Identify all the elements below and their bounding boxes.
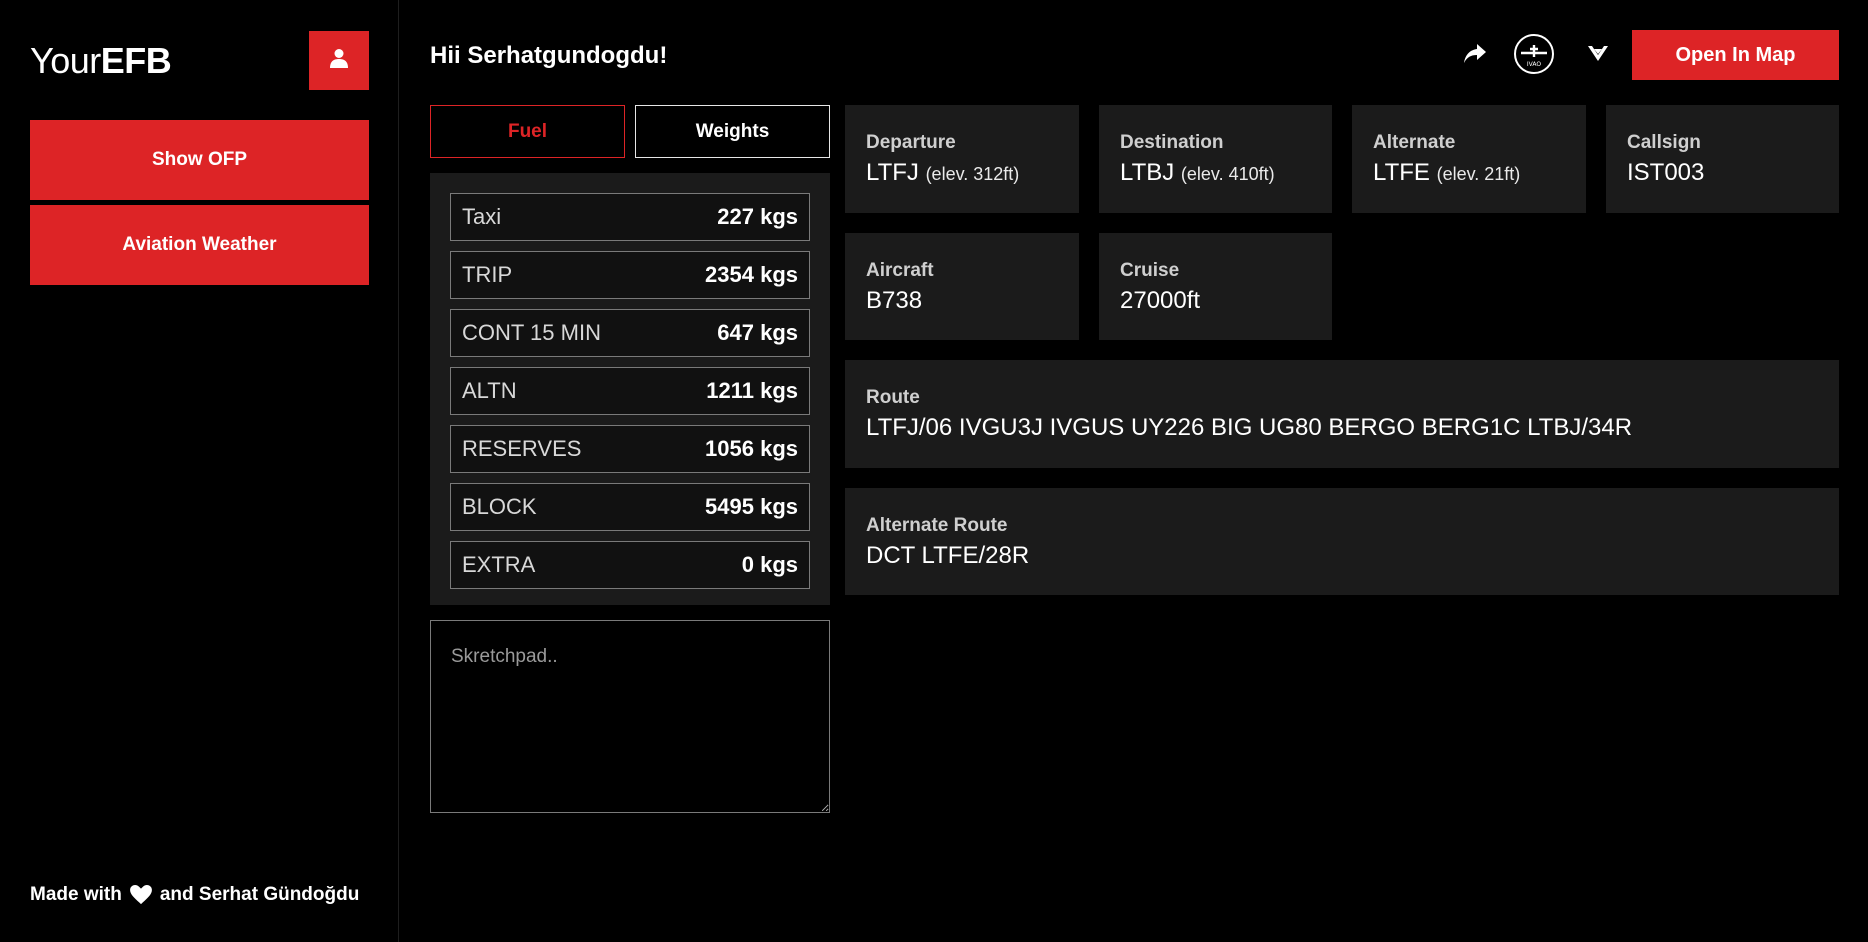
destination-card: Destination LTBJ (elev. 410ft) xyxy=(1099,105,1332,213)
fuel-row-taxi: Taxi 227 kgs xyxy=(450,193,810,241)
share-icon xyxy=(1464,43,1486,69)
route-value: LTFJ/06 IVGU3J IVGUS UY226 BIG UG80 BERG… xyxy=(866,414,1633,441)
route-card: Route LTFJ/06 IVGU3J IVGUS UY226 BIG UG8… xyxy=(845,360,1839,468)
open-in-map-button[interactable]: Open In Map xyxy=(1632,30,1839,80)
fuel-row-cont: CONT 15 MIN 647 kgs xyxy=(450,309,810,357)
sketchpad-textarea[interactable] xyxy=(430,620,830,813)
user-icon xyxy=(330,48,348,73)
ivao-logo-icon: IVAO xyxy=(1513,33,1555,80)
cruise-label: Cruise xyxy=(1120,260,1180,281)
fuel-label: CONT 15 MIN xyxy=(462,320,601,345)
greeting-title: Hii Serhatgundogdu! xyxy=(430,42,668,69)
ivao-button[interactable]: IVAO xyxy=(1512,33,1556,80)
vatsim-logo-icon xyxy=(1588,45,1608,67)
fuel-row-reserves: RESERVES 1056 kgs xyxy=(450,425,810,473)
fuel-value: 2354 kgs xyxy=(705,262,798,287)
fuel-label: EXTRA xyxy=(462,552,536,577)
cruise-card: Cruise 27000ft xyxy=(1099,233,1332,340)
departure-card: Departure LTFJ (elev. 312ft) xyxy=(845,105,1079,213)
fuel-value: 1211 kgs xyxy=(706,378,798,403)
fuel-label: Taxi xyxy=(462,204,502,229)
fuel-label: RESERVES xyxy=(462,436,582,461)
departure-label: Departure xyxy=(866,132,956,153)
aircraft-card: Aircraft B738 xyxy=(845,233,1079,340)
fuel-label: BLOCK xyxy=(462,494,537,519)
fuel-panel: Taxi 227 kgs TRIP 2354 kgs CONT 15 MIN 6… xyxy=(430,173,830,605)
destination-label: Destination xyxy=(1120,132,1224,153)
fuel-value: 647 kgs xyxy=(717,320,798,345)
departure-code: LTFJ xyxy=(866,159,919,186)
aircraft-label: Aircraft xyxy=(866,260,934,281)
fuel-value: 227 kgs xyxy=(717,204,798,229)
alternate-card: Alternate LTFE (elev. 21ft) xyxy=(1352,105,1586,213)
tab-weights[interactable]: Weights xyxy=(635,105,830,158)
fuel-row-extra: EXTRA 0 kgs xyxy=(450,541,810,589)
callsign-card: Callsign IST003 xyxy=(1606,105,1839,213)
aviation-weather-button[interactable]: Aviation Weather xyxy=(30,205,369,285)
departure-value: LTFJ (elev. 312ft) xyxy=(866,159,1019,187)
fuel-value: 5495 kgs xyxy=(705,494,798,519)
footer-suffix: and Serhat Gündoğdu xyxy=(159,884,360,905)
user-profile-button[interactable] xyxy=(309,31,369,90)
fuel-row-block: BLOCK 5495 kgs xyxy=(450,483,810,531)
destination-code: LTBJ xyxy=(1120,159,1175,186)
alternate-elevation: (elev. 21ft) xyxy=(1436,164,1521,184)
fuel-label: TRIP xyxy=(462,262,513,287)
heart-icon xyxy=(129,885,152,905)
alternate-code: LTFE xyxy=(1373,159,1430,186)
fuel-row-trip: TRIP 2354 kgs xyxy=(450,251,810,299)
tab-fuel[interactable]: Fuel xyxy=(430,105,625,158)
cruise-value: 27000ft xyxy=(1120,287,1201,314)
footer-credit: Made with and Serhat Gündoğdu xyxy=(30,884,359,906)
svg-text:IVAO: IVAO xyxy=(1527,61,1541,68)
departure-elevation: (elev. 312ft) xyxy=(925,164,1020,184)
share-button[interactable] xyxy=(1457,38,1493,74)
app-logo: YourEFB xyxy=(30,40,172,82)
logo-bold: EFB xyxy=(100,40,172,81)
alternate-route-label: Alternate Route xyxy=(866,515,1008,536)
alternate-value: LTFE (elev. 21ft) xyxy=(1373,159,1520,187)
alternate-route-card: Alternate Route DCT LTFE/28R xyxy=(845,488,1839,595)
vatsim-button[interactable] xyxy=(1582,38,1614,74)
callsign-value: IST003 xyxy=(1627,159,1705,186)
alternate-route-value: DCT LTFE/28R xyxy=(866,542,1030,569)
alternate-label: Alternate xyxy=(1373,132,1456,153)
fuel-label: ALTN xyxy=(462,378,517,403)
fuel-value: 0 kgs xyxy=(741,552,798,577)
callsign-label: Callsign xyxy=(1627,132,1701,153)
sidebar: YourEFB Show OFP Aviation Weather Made w… xyxy=(0,0,399,942)
destination-elevation: (elev. 410ft) xyxy=(1180,164,1275,184)
logo-light: Your xyxy=(30,40,101,81)
footer-prefix: Made with xyxy=(30,884,122,905)
show-ofp-button[interactable]: Show OFP xyxy=(30,120,369,200)
fuel-value: 1056 kgs xyxy=(705,436,798,461)
route-label: Route xyxy=(866,387,920,408)
aircraft-value: B738 xyxy=(866,287,923,314)
destination-value: LTBJ (elev. 410ft) xyxy=(1120,159,1275,187)
fuel-row-altn: ALTN 1211 kgs xyxy=(450,367,810,415)
